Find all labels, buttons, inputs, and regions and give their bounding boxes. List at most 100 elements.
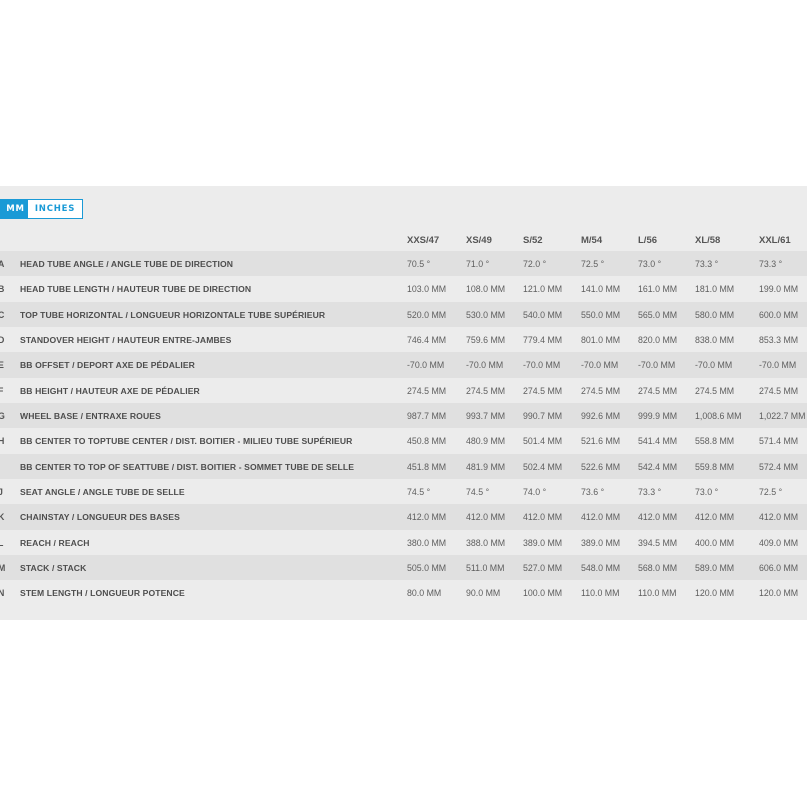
table-cell: 820.0 MM	[638, 335, 678, 346]
table-row: K CHAINSTAY / LONGUEUR DES BASES 412.0 MM 4…	[0, 504, 807, 530]
table-cell: 90.0 MM	[466, 588, 501, 599]
table-cell: 1,022.7 MM	[759, 411, 806, 422]
row-label: BB CENTER TO TOP OF SEATTUBE / DIST. BOI…	[20, 461, 355, 472]
table-cell: 103.0 MM	[407, 284, 447, 295]
table-cell: 274.5 MM	[695, 385, 735, 396]
table-cell: 274.5 MM	[638, 385, 678, 396]
row-letter: I	[0, 462, 6, 472]
table-cell: 389.0 MM	[523, 537, 563, 548]
table-cell: -70.0 MM	[523, 360, 561, 371]
row-label: HEAD TUBE ANGLE / ANGLE TUBE DE DIRECTIO…	[20, 259, 234, 269]
row-label: REACH / REACH	[20, 537, 90, 548]
table-cell: 481.9 MM	[466, 461, 506, 472]
table-cell: 412.0 MM	[638, 512, 678, 523]
table-cell: 73.0 °	[695, 487, 719, 498]
table-cell: 412.0 MM	[466, 512, 506, 523]
row-label: BB CENTER TO TOPTUBE CENTER / DIST. BOIT…	[20, 436, 353, 447]
table-cell: 412.0 MM	[523, 512, 563, 523]
size-header-row: XXS/47 XS/49 S/52 M/54 L/56 XL/58 XXL/61	[0, 232, 807, 250]
table-cell: 520.0 MM	[407, 309, 447, 320]
row-letter: K	[0, 512, 5, 523]
table-cell: 394.5 MM	[638, 537, 678, 548]
table-cell: 72.0 °	[523, 259, 547, 269]
table-cell: 993.7 MM	[466, 411, 506, 422]
table-cell: 838.0 MM	[695, 335, 735, 346]
size-header: XL/58	[695, 235, 721, 246]
table-cell: 565.0 MM	[638, 309, 678, 320]
table-cell: 1,008.6 MM	[695, 411, 742, 422]
row-letter: A	[0, 259, 5, 269]
table-row: N STEM LENGTH / LONGUEUR POTENCE 80.0 MM 90…	[0, 580, 807, 606]
row-letter: E	[0, 360, 4, 371]
table-cell: 121.0 MM	[523, 284, 563, 295]
table-cell: 522.6 MM	[581, 461, 621, 472]
table-cell: 389.0 MM	[581, 537, 621, 548]
table-row: J SEAT ANGLE / ANGLE TUBE DE SELLE 74.5 ° 7…	[0, 479, 807, 505]
table-cell: 274.5 MM	[407, 385, 447, 396]
row-letter: B	[0, 284, 5, 295]
table-row: H BB CENTER TO TOPTUBE CENTER / DIST. BOI…	[0, 428, 807, 454]
table-cell: 380.0 MM	[407, 537, 447, 548]
table-cell: 589.0 MM	[695, 563, 735, 574]
table-cell: 992.6 MM	[581, 411, 621, 422]
geometry-table: A HEAD TUBE ANGLE / ANGLE TUBE DE DIRECTI…	[0, 251, 807, 606]
table-row: L REACH / REACH 380.0 MM 388.0 MM 389.0 MM 38…	[0, 529, 807, 556]
table-cell: 480.9 MM	[466, 436, 506, 447]
size-header: M/54	[581, 235, 603, 246]
table-cell: 558.8 MM	[695, 436, 735, 447]
unit-toggle: MM INCHES	[0, 199, 83, 219]
table-cell: 746.4 MM	[407, 335, 447, 346]
table-cell: 550.0 MM	[581, 309, 621, 320]
table-cell: 511.0 MM	[466, 563, 505, 574]
table-cell: 110.0 MM	[638, 588, 677, 599]
table-row: A HEAD TUBE ANGLE / ANGLE TUBE DE DIRECTI…	[0, 251, 807, 277]
table-cell: 530.0 MM	[466, 309, 506, 320]
table-cell: 274.5 MM	[523, 385, 563, 396]
table-cell: 110.0 MM	[581, 588, 620, 599]
table-cell: 74.5 °	[407, 487, 431, 498]
table-row: F BB HEIGHT / HAUTEUR AXE DE PÉDALIER 274.…	[0, 377, 807, 404]
table-cell: 73.0 °	[638, 259, 662, 269]
table-cell: 80.0 MM	[407, 588, 442, 599]
inches-unit-button[interactable]: INCHES	[28, 200, 82, 218]
table-cell: 606.0 MM	[759, 563, 799, 574]
table-cell: 412.0 MM	[581, 512, 621, 523]
table-cell: 502.4 MM	[523, 461, 563, 472]
table-cell: 541.4 MM	[638, 436, 678, 447]
row-label: STEM LENGTH / LONGUEUR POTENCE	[20, 588, 185, 599]
table-cell: 853.3 MM	[759, 335, 799, 346]
size-header: S/52	[523, 235, 543, 246]
table-cell: 274.5 MM	[759, 385, 799, 396]
table-cell: -70.0 MM	[407, 360, 445, 371]
table-cell: 412.0 MM	[695, 512, 735, 523]
table-cell: 568.0 MM	[638, 563, 678, 574]
size-header: XXS/47	[407, 235, 440, 246]
row-letter: L	[0, 537, 4, 548]
mm-unit-button[interactable]: MM	[1, 200, 28, 218]
row-letter: C	[0, 309, 5, 320]
row-letter: N	[0, 588, 5, 599]
table-cell: 412.0 MM	[407, 512, 447, 523]
table-cell: 181.0 MM	[695, 284, 735, 295]
row-label: STACK / STACK	[20, 563, 87, 574]
table-cell: 73.6 °	[581, 487, 605, 498]
row-letter: J	[0, 487, 3, 498]
table-cell: 999.9 MM	[638, 411, 678, 422]
table-cell: 120.0 MM	[759, 588, 799, 599]
table-cell: 779.4 MM	[523, 335, 563, 346]
row-label: SEAT ANGLE / ANGLE TUBE DE SELLE	[20, 487, 185, 498]
table-cell: 161.0 MM	[638, 284, 678, 295]
table-cell: -70.0 MM	[695, 360, 733, 371]
table-cell: 409.0 MM	[759, 537, 799, 548]
table-cell: 73.3 °	[695, 259, 719, 269]
geometry-panel: MM INCHES XXS/47 XS/49 S/52 M/54 L/56 XL…	[0, 186, 807, 620]
table-cell: 451.8 MM	[407, 461, 447, 472]
table-row: B HEAD TUBE LENGTH / HAUTEUR TUBE DE DIRE…	[0, 276, 807, 302]
table-cell: 388.0 MM	[466, 537, 506, 548]
table-cell: 990.7 MM	[523, 411, 563, 422]
row-letter: M	[0, 563, 6, 574]
table-cell: 108.0 MM	[466, 284, 506, 295]
table-row: I BB CENTER TO TOP OF SEATTUBE / DIST. BO…	[0, 453, 807, 480]
row-label: BB OFFSET / DEPORT AXE DE PÉDALIER	[20, 360, 195, 371]
table-cell: 572.4 MM	[759, 461, 799, 472]
